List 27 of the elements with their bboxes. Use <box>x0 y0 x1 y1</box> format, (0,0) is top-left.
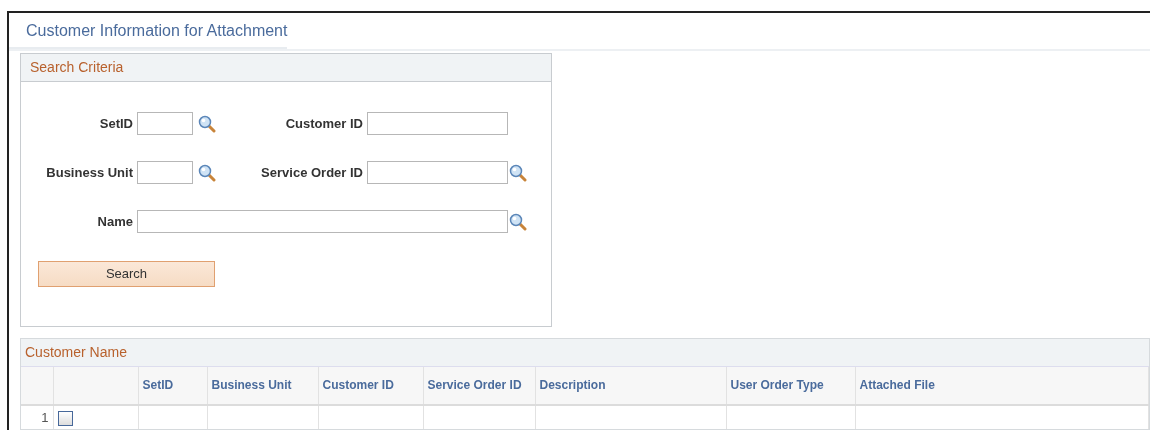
column-header: Business Unit <box>207 367 318 405</box>
search-icon[interactable] <box>509 212 527 231</box>
field-label: Name <box>96 212 134 231</box>
input-field[interactable] <box>137 210 508 233</box>
column-header: Customer ID <box>318 367 423 405</box>
column-header: Description <box>535 367 726 405</box>
input-field[interactable] <box>137 161 193 184</box>
column-header: Service Order ID <box>423 367 535 405</box>
search-icon[interactable] <box>509 163 527 182</box>
row-number: 1 <box>21 405 53 429</box>
grid-title: Customer Name <box>21 339 1149 367</box>
checkbox[interactable] <box>57 410 73 426</box>
column-header: SetID <box>138 367 207 405</box>
search-button[interactable]: Search <box>38 261 215 287</box>
input-field[interactable] <box>367 112 508 135</box>
field-label: Service Order ID <box>260 163 364 182</box>
input-field[interactable] <box>137 112 193 135</box>
field-label: Business Unit <box>45 163 134 182</box>
search-icon[interactable] <box>198 163 216 182</box>
page-title: Customer Information for Attachment <box>9 13 288 49</box>
panel-title: Search Criteria <box>21 54 551 82</box>
field-label: Customer ID <box>284 114 364 133</box>
input-field[interactable] <box>367 161 508 184</box>
search-icon[interactable] <box>198 114 216 133</box>
field-label: SetID <box>98 114 134 133</box>
column-header: Attached File <box>855 367 1149 405</box>
column-header: User Order Type <box>726 367 855 405</box>
